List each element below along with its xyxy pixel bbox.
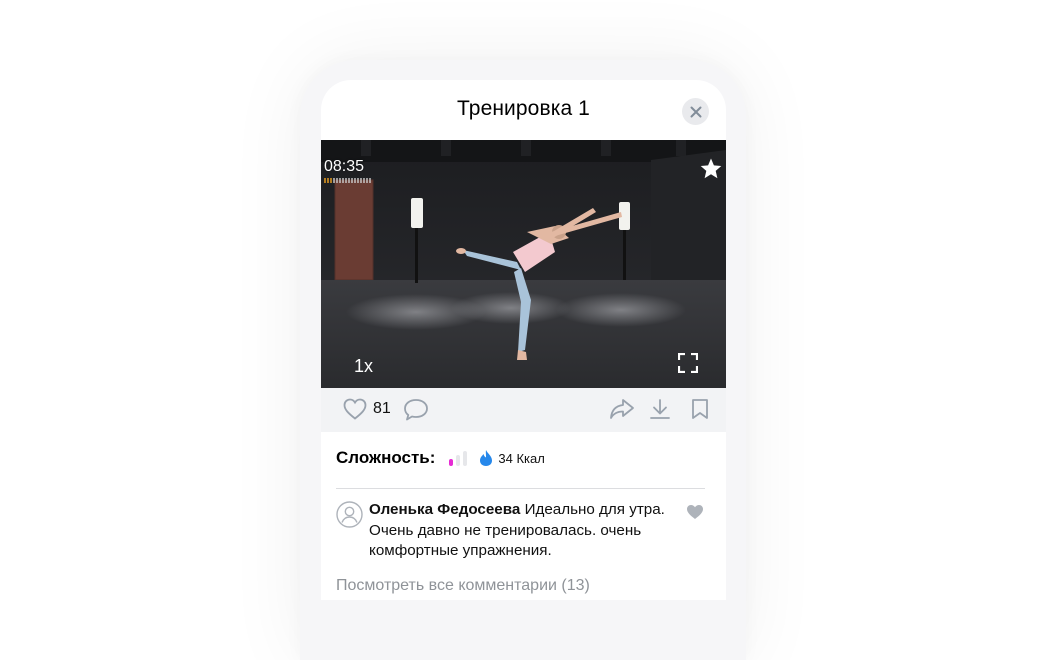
share-icon xyxy=(610,399,634,419)
calorie-flame-icon xyxy=(480,450,493,466)
heart-outline-icon xyxy=(343,398,367,420)
avatar-icon[interactable] xyxy=(336,501,363,528)
action-bar: 81 xyxy=(321,388,726,432)
workout-stats: Сложность: 34 Ккал xyxy=(336,448,545,468)
like-button[interactable]: 81 xyxy=(343,398,391,420)
video-player[interactable]: 08:35 1x xyxy=(321,140,726,388)
workout-modal: Тренировка 1 08:35 1x 81 Сложность: 34 К… xyxy=(321,80,726,600)
view-all-comments-link[interactable]: Посмотреть все комментарии (13) xyxy=(336,577,590,595)
bookmark-button[interactable] xyxy=(691,398,709,420)
comment-icon xyxy=(404,399,428,421)
heart-filled-icon xyxy=(687,505,703,519)
bookmark-icon xyxy=(692,399,708,419)
favorite-button[interactable] xyxy=(699,157,723,186)
fullscreen-button[interactable] xyxy=(677,352,699,378)
close-button[interactable] xyxy=(682,98,709,125)
video-progress-indicator xyxy=(324,178,371,183)
modal-title: Тренировка 1 xyxy=(457,97,590,120)
playback-speed-button[interactable]: 1x xyxy=(354,356,373,377)
divider xyxy=(336,488,705,489)
video-frame xyxy=(321,140,726,388)
close-icon xyxy=(690,106,701,117)
like-count: 81 xyxy=(373,400,391,417)
share-button[interactable] xyxy=(609,398,635,420)
video-timer: 08:35 xyxy=(324,158,365,175)
download-button[interactable] xyxy=(649,398,671,420)
fullscreen-icon xyxy=(677,352,699,374)
difficulty-label: Сложность: xyxy=(336,448,436,467)
comment-author[interactable]: Оленька Федосеева xyxy=(369,501,520,518)
star-icon xyxy=(700,158,722,179)
calories-value: 34 Ккал xyxy=(498,450,545,466)
download-icon xyxy=(650,399,670,419)
difficulty-bars-icon xyxy=(449,451,468,466)
comment-button[interactable] xyxy=(403,398,429,421)
comment-like-button[interactable] xyxy=(686,504,704,525)
modal-header: Тренировка 1 xyxy=(321,80,726,140)
comment-text: Оленька Федосеева Идеально для утра. Оче… xyxy=(369,500,674,562)
